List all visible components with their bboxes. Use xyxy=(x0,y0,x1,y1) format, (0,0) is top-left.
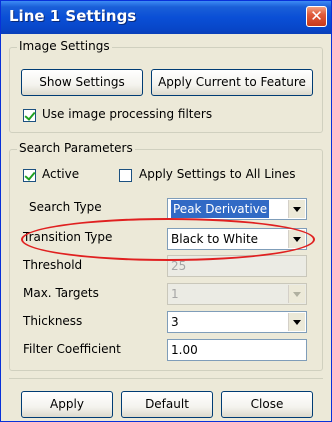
search-type-value: Peak Derivative xyxy=(171,200,270,218)
chevron-down-icon[interactable] xyxy=(288,200,305,218)
use-filters-checkbox[interactable] xyxy=(23,109,36,122)
active-checkbox[interactable] xyxy=(23,169,36,182)
title-bar[interactable]: Line 1 Settings ✕ xyxy=(1,1,331,34)
max-targets-value: 1 xyxy=(171,287,179,301)
max-targets-dropdown: 1 xyxy=(167,283,307,305)
default-button[interactable]: Default xyxy=(121,391,213,418)
filter-coefficient-label: Filter Coefficient xyxy=(23,342,121,356)
max-targets-label: Max. Targets xyxy=(23,286,99,300)
chevron-down-icon[interactable] xyxy=(288,313,305,331)
apply-button[interactable]: Apply xyxy=(21,391,113,418)
search-type-label: Search Type xyxy=(29,200,102,214)
annotation-ellipse xyxy=(21,218,315,261)
search-parameters-legend: Search Parameters xyxy=(17,141,135,155)
close-button[interactable]: Close xyxy=(221,391,313,418)
image-settings-legend: Image Settings xyxy=(17,39,112,53)
thickness-label: Thickness xyxy=(23,314,83,328)
close-window-button[interactable]: ✕ xyxy=(306,6,327,27)
window-title: Line 1 Settings xyxy=(9,7,137,25)
apply-current-to-feature-button[interactable]: Apply Current to Feature xyxy=(151,69,313,96)
use-filters-label: Use image processing filters xyxy=(42,107,213,121)
active-label: Active xyxy=(42,167,80,181)
apply-all-lines-checkbox[interactable] xyxy=(119,169,132,182)
settings-dialog: Line 1 Settings ✕ Image Settings Show Se… xyxy=(0,0,332,422)
filter-coefficient-input[interactable]: 1.00 xyxy=(167,339,307,361)
threshold-label: Threshold xyxy=(23,258,83,272)
thickness-dropdown[interactable]: 3 xyxy=(167,311,307,333)
search-type-dropdown[interactable]: Peak Derivative xyxy=(167,198,307,220)
thickness-value: 3 xyxy=(171,315,179,329)
show-settings-button[interactable]: Show Settings xyxy=(21,69,143,96)
apply-all-lines-label: Apply Settings to All Lines xyxy=(139,167,296,181)
separator xyxy=(9,378,323,379)
chevron-down-icon xyxy=(288,285,305,303)
